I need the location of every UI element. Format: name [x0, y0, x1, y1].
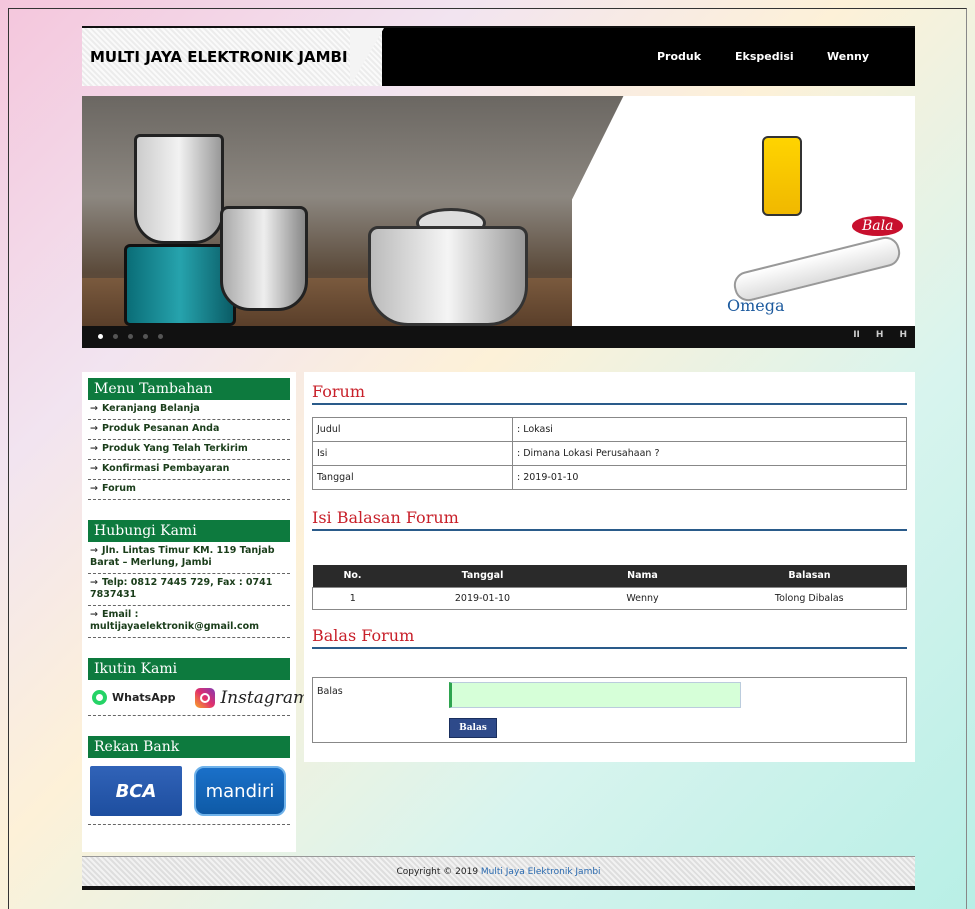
arrow-icon: →: [90, 609, 98, 620]
hero-slider[interactable]: Bala Omega II H H: [82, 96, 915, 348]
slider-dot-4[interactable]: [143, 334, 148, 339]
col-nama: Nama: [572, 565, 713, 587]
slider-dots: [98, 334, 163, 339]
arrow-icon: →: [90, 463, 98, 474]
reply-textarea[interactable]: [449, 681, 741, 708]
slider-dot-5[interactable]: [158, 334, 163, 339]
table-header-row: No. Tanggal Nama Balasan: [312, 565, 907, 587]
bala-logo: Bala: [852, 216, 904, 236]
cell-tanggal: 2019-01-10: [392, 587, 573, 610]
instagram-icon: [195, 687, 216, 708]
menu-item-terkirim[interactable]: → Produk Yang Telah Terkirim: [88, 440, 290, 460]
info-key: Tanggal: [312, 465, 513, 490]
reply-form: Balas Balas: [312, 676, 907, 743]
forum-heading: Forum: [312, 378, 907, 405]
nav-user[interactable]: Wenny: [827, 28, 869, 86]
slider-dot-1[interactable]: [98, 334, 103, 339]
info-key: Isi: [312, 441, 513, 466]
site-header: MULTI JAYA ELEKTRONIK JAMBI Produk Ekspe…: [82, 26, 915, 86]
prev-icon[interactable]: H: [876, 330, 884, 340]
menu-list: → Keranjang Belanja → Produk Pesanan Anda …: [88, 400, 290, 500]
yellow-mixer-image: [762, 136, 802, 216]
menu-item-keranjang[interactable]: → Keranjang Belanja: [88, 400, 290, 420]
mandiri-logo: mandiri: [194, 766, 286, 816]
slider-buttons: II H H: [853, 330, 907, 340]
info-value: : Dimana Lokasi Perusahaan ?: [512, 441, 907, 466]
col-balasan: Balasan: [712, 565, 907, 587]
arrow-icon: →: [90, 403, 98, 414]
bank-logos: BCA mandiri: [88, 758, 290, 825]
arrow-icon: →: [90, 577, 98, 588]
social-links: WhatsApp Instagram: [88, 680, 309, 716]
contact-phone: → Telp: 0812 7445 729, Fax : 0741 7837431: [88, 574, 290, 606]
info-value: : 2019-01-10: [512, 465, 907, 490]
follow-heading: Ikutin Kami: [88, 658, 290, 680]
slider-dot-3[interactable]: [128, 334, 133, 339]
bank-heading: Rekan Bank: [88, 736, 290, 758]
slider-dot-2[interactable]: [113, 334, 118, 339]
whatsapp-icon: [92, 690, 107, 705]
nav-produk[interactable]: Produk: [657, 28, 701, 86]
page-wrapper: MULTI JAYA ELEKTRONIK JAMBI Produk Ekspe…: [82, 26, 915, 890]
contact-address: → Jln. Lintas Timur KM. 119 Tanjab Barat …: [88, 542, 290, 574]
arrow-icon: →: [90, 483, 98, 494]
table-row: Judul : Lokasi: [312, 417, 907, 442]
menu-item-forum[interactable]: → Forum: [88, 480, 290, 500]
reply-form-heading: Balas Forum: [312, 622, 907, 649]
contact-email[interactable]: → Email : multijayaelektronik@gmail.com: [88, 606, 290, 638]
next-icon[interactable]: H: [899, 330, 907, 340]
sidebar: Menu Tambahan → Keranjang Belanja → Produk…: [82, 372, 309, 852]
contact-list: → Jln. Lintas Timur KM. 119 Tanjab Barat …: [88, 542, 290, 638]
cell-no: 1: [312, 587, 393, 610]
footer-link[interactable]: Multi Jaya Elektronik Jambi: [481, 867, 601, 877]
table-row: Isi : Dimana Lokasi Perusahaan ?: [312, 441, 907, 466]
copyright-text: Copyright © 2019: [396, 867, 479, 877]
replies-heading: Isi Balasan Forum: [312, 504, 907, 531]
whatsapp-link[interactable]: WhatsApp: [92, 690, 175, 705]
pause-icon[interactable]: II: [853, 330, 860, 340]
site-title[interactable]: MULTI JAYA ELEKTRONIK JAMBI: [90, 48, 348, 66]
brand-slant: [350, 28, 384, 86]
reply-label: Balas: [317, 685, 343, 697]
arrow-icon: →: [90, 423, 98, 434]
menu-heading: Menu Tambahan: [88, 378, 290, 400]
main-content: Forum Judul : Lokasi Isi : Dimana Lokasi…: [304, 372, 915, 762]
col-tanggal: Tanggal: [392, 565, 573, 587]
col-no: No.: [312, 565, 393, 587]
replies-table: No. Tanggal Nama Balasan 1 2019-01-10 We…: [312, 565, 907, 610]
menu-item-pesanan[interactable]: → Produk Pesanan Anda: [88, 420, 290, 440]
table-row: Tanggal : 2019-01-10: [312, 465, 907, 490]
contact-heading: Hubungi Kami: [88, 520, 290, 542]
cell-nama: Wenny: [572, 587, 713, 610]
mixer-jar-image: [220, 206, 308, 311]
arrow-icon: →: [90, 545, 98, 556]
info-key: Judul: [312, 417, 513, 442]
omega-logo: Omega: [727, 296, 785, 315]
table-row: 1 2019-01-10 Wenny Tolong Dibalas: [312, 587, 907, 610]
bca-logo: BCA: [90, 766, 182, 816]
nav-ekspedisi[interactable]: Ekspedisi: [735, 28, 794, 86]
pressure-cooker-image: [368, 226, 528, 326]
site-footer: Copyright © 2019 Multi Jaya Elektronik J…: [82, 856, 915, 890]
instagram-link[interactable]: Instagram: [195, 687, 309, 708]
menu-item-konfirmasi[interactable]: → Konfirmasi Pembayaran: [88, 460, 290, 480]
arrow-icon: →: [90, 443, 98, 454]
info-value: : Lokasi: [512, 417, 907, 442]
slider-controls-bar: II H H: [82, 326, 915, 348]
submit-reply-button[interactable]: Balas: [449, 717, 497, 738]
cell-balasan: Tolong Dibalas: [712, 587, 907, 610]
forum-info-table: Judul : Lokasi Isi : Dimana Lokasi Perus…: [312, 417, 907, 490]
